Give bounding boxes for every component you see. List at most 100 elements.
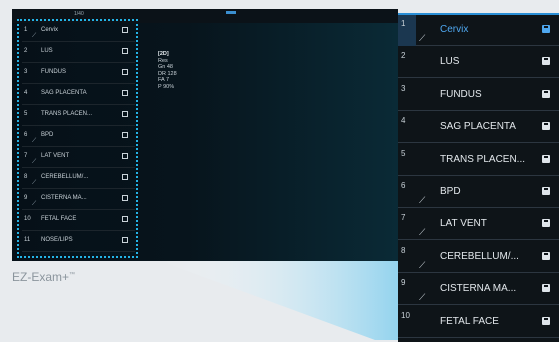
list-item[interactable]: 5 TRANS PLACEN...	[22, 107, 135, 126]
save-icon[interactable]	[122, 153, 128, 159]
item-number: 5	[24, 111, 28, 117]
protocol-row[interactable]: 8 ⟋ CEREBELLUM/...	[398, 242, 559, 273]
row-label: TRANS PLACEN...	[440, 153, 526, 165]
save-icon[interactable]	[122, 237, 128, 243]
protocol-row[interactable]: 7 ⟋ LAT VENT	[398, 209, 559, 241]
protocol-row[interactable]: 3 FUNDUS	[398, 80, 559, 111]
list-item[interactable]: 11 NOSE/LIPS	[22, 233, 135, 252]
save-icon[interactable]	[122, 132, 128, 138]
row-number: 10	[398, 307, 416, 338]
parameter-line: P 90%	[158, 83, 175, 90]
row-number: 3	[398, 80, 416, 111]
row-label: Cervix	[440, 24, 469, 35]
ultrasound-monitor-screen: 1/40 1 Cervix ⟋ 2 LUS 3 FUNDUS 4 SAG PLACENTA 5 TR…	[12, 9, 398, 261]
save-icon[interactable]	[542, 316, 550, 325]
row-label: LAT VENT	[440, 218, 487, 230]
row-number: 5	[398, 145, 416, 176]
product-caption: EZ-Exam+™	[12, 270, 75, 284]
save-icon[interactable]	[122, 195, 128, 201]
list-item[interactable]: 3 FUNDUS	[22, 65, 135, 84]
item-number: 2	[24, 48, 28, 54]
item-number: 1	[24, 27, 28, 33]
protocol-row[interactable]: 6 ⟋ BPD	[398, 177, 559, 208]
caption-text: EZ-Exam+	[12, 270, 70, 284]
list-item[interactable]: 4 SAG PLACENTA	[22, 86, 135, 105]
probe-icon: ⟋	[32, 33, 37, 39]
save-icon[interactable]	[542, 251, 550, 260]
list-item[interactable]: 9 CISTERNA MA... ⟋	[22, 191, 135, 210]
save-icon[interactable]	[542, 25, 550, 33]
save-icon[interactable]	[122, 69, 128, 75]
save-icon[interactable]	[122, 90, 128, 96]
row-number-text: 3	[401, 83, 406, 93]
row-label: LUS	[440, 56, 460, 68]
item-label: LAT VENT	[41, 153, 70, 159]
imaging-parameters: [2D] Res Gn 48 DR 128 FA 7P 90%	[158, 51, 177, 90]
item-label: TRANS PLACEN...	[41, 111, 93, 117]
save-icon[interactable]	[542, 284, 550, 293]
row-number: 4	[398, 112, 416, 143]
save-icon[interactable]	[122, 48, 128, 54]
item-label: Cervix	[41, 27, 59, 33]
list-item[interactable]: 2 LUS	[22, 44, 135, 63]
trademark-symbol: ™	[69, 272, 76, 278]
item-label: FETAL FACE	[41, 216, 77, 222]
item-number: 11	[24, 237, 31, 243]
save-icon[interactable]	[542, 122, 550, 131]
list-item[interactable]: 8 CEREBELLUM/... ⟋	[22, 170, 135, 189]
row-number: 6	[398, 177, 416, 208]
probe-icon: ⟋	[32, 180, 37, 186]
item-label: CISTERNA MA...	[41, 195, 87, 201]
save-icon[interactable]	[122, 216, 128, 222]
save-icon[interactable]	[542, 89, 550, 98]
row-number-text: 5	[401, 148, 406, 158]
row-number: 1	[398, 15, 416, 46]
row-number-text: 7	[401, 213, 406, 223]
save-icon[interactable]	[542, 187, 550, 195]
list-item[interactable]: 6 BPD ⟋	[22, 128, 135, 147]
row-number: 8	[398, 242, 416, 273]
row-number: 2	[398, 47, 416, 78]
row-number: 7	[398, 209, 416, 240]
row-label: FETAL FACE	[440, 315, 499, 327]
row-number-text: 6	[401, 181, 406, 190]
list-item[interactable]: 1 Cervix ⟋	[22, 23, 135, 42]
protocol-row[interactable]: 10 FETAL FACE	[398, 307, 559, 338]
protocol-row[interactable]: 5 TRANS PLACEN...	[398, 145, 559, 176]
item-label: SAG PLACENTA	[41, 90, 87, 96]
item-number: 8	[24, 174, 28, 180]
probe-icon: ⟋	[32, 138, 37, 144]
save-icon[interactable]	[542, 219, 550, 228]
image-counter: 1/40	[74, 11, 84, 17]
probe-icon: ⟋	[419, 292, 426, 303]
item-label: BPD	[41, 132, 54, 138]
row-number: 9	[398, 274, 416, 305]
save-icon[interactable]	[122, 111, 128, 117]
protocol-row[interactable]: 1 ⟋ Cervix	[398, 15, 559, 46]
probe-icon: ⟋	[32, 201, 37, 207]
probe-icon: ⟋	[419, 33, 426, 43]
save-icon[interactable]	[542, 154, 550, 163]
item-number: 4	[24, 90, 28, 96]
exam-protocol-list-highlighted: 1 Cervix ⟋ 2 LUS 3 FUNDUS 4 SAG PLACENTA 5 TRANS P…	[17, 19, 138, 258]
protocol-row[interactable]: 4 SAG PLACENTA	[398, 112, 559, 144]
row-number-text: 10	[401, 310, 410, 320]
row-label: FUNDUS	[440, 88, 482, 100]
row-label: CEREBELLUM/...	[440, 250, 519, 262]
item-number: 9	[24, 195, 28, 201]
list-item[interactable]: 10 FETAL FACE	[22, 212, 135, 231]
row-number-text: 1	[401, 19, 406, 28]
save-icon[interactable]	[122, 174, 128, 180]
item-label: NOSE/LIPS	[41, 237, 73, 243]
save-icon[interactable]	[122, 27, 128, 33]
item-number: 10	[24, 216, 31, 222]
protocol-row[interactable]: 2 LUS	[398, 47, 559, 79]
probe-icon: ⟋	[419, 227, 426, 238]
protocol-row[interactable]: 9 ⟋ CISTERNA MA...	[398, 274, 559, 306]
row-number-text: 8	[401, 245, 406, 255]
list-item[interactable]: 7 LAT VENT ⟋	[22, 149, 135, 168]
save-icon[interactable]	[542, 57, 550, 66]
row-label: SAG PLACENTA	[440, 121, 516, 133]
row-number-text: 2	[401, 51, 406, 61]
row-number-text: 9	[401, 278, 406, 288]
